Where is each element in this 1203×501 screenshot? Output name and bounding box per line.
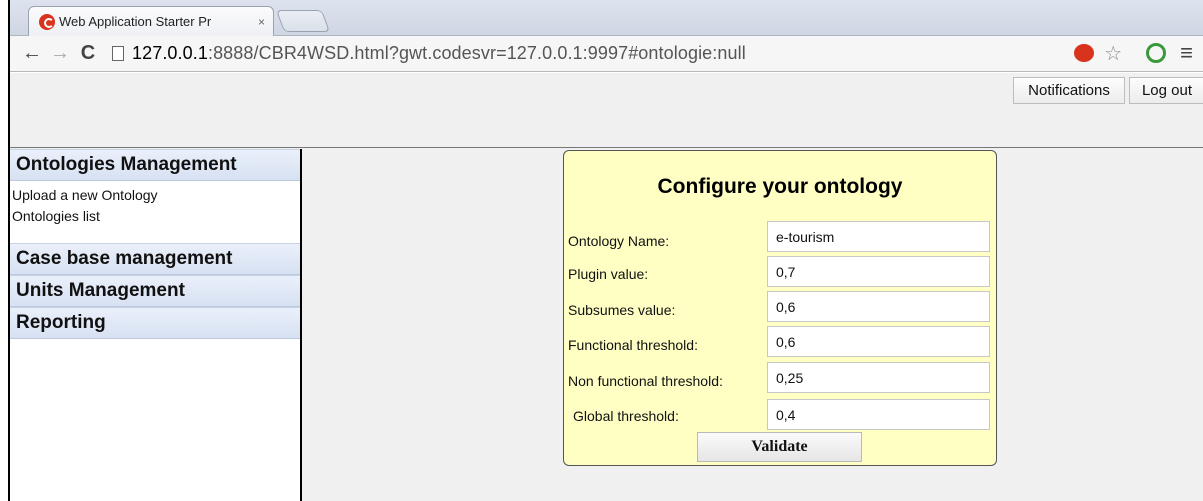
extension-icon[interactable]	[1074, 44, 1095, 62]
browser-toolbar: ← → C 127.0.0.1:8888/CBR4WSD.html?gwt.co…	[10, 36, 1203, 72]
gwt-favicon-icon	[39, 13, 55, 30]
functional-threshold-input[interactable]	[767, 326, 990, 357]
address-bar[interactable]: 127.0.0.1:8888/CBR4WSD.html?gwt.codesvr=…	[132, 43, 746, 64]
sidebar-item-ontologies-management[interactable]: Ontologies Management	[10, 149, 300, 181]
bookmark-star-icon[interactable]: ☆	[1104, 41, 1122, 66]
reload-icon[interactable]: C	[74, 42, 102, 65]
notifications-button[interactable]: Notifications	[1013, 77, 1125, 104]
page-icon	[112, 46, 124, 61]
url-path: :8888/CBR4WSD.html?gwt.codesvr=127.0.0.1…	[207, 43, 746, 63]
page-content: Notifications Log out Ontologies Managem…	[10, 73, 1203, 501]
browser-window: Web Application Starter Pr × ← → C 127.0…	[8, 0, 1203, 501]
ontologies-management-panel: Upload a new Ontology Ontologies list	[10, 181, 300, 243]
tab-title: Web Application Starter Pr	[59, 14, 212, 29]
panel-title: Configure your ontology	[657, 175, 903, 198]
sidebar-item-units-management[interactable]: Units Management	[10, 275, 300, 307]
ontologies-list-link[interactable]: Ontologies list	[12, 206, 298, 227]
extension-green-icon[interactable]	[1146, 43, 1167, 63]
subsumes-value-label: Subsumes value:	[568, 302, 676, 318]
validate-button[interactable]: Validate	[697, 432, 862, 462]
subsumes-value-input[interactable]	[767, 291, 990, 322]
url-host: 127.0.0.1	[132, 43, 208, 63]
app-header: Notifications Log out	[10, 73, 1203, 148]
plugin-value-label: Plugin value:	[568, 266, 649, 282]
logout-button[interactable]: Log out	[1129, 77, 1203, 104]
forward-arrow-icon[interactable]: →	[46, 42, 74, 65]
non-functional-threshold-input[interactable]	[767, 362, 990, 393]
upload-ontology-link[interactable]: Upload a new Ontology	[12, 185, 298, 206]
menu-icon[interactable]: ≡	[1180, 40, 1193, 66]
sidebar-item-reporting[interactable]: Reporting	[10, 307, 300, 339]
tab-strip: Web Application Starter Pr ×	[10, 0, 1203, 36]
global-threshold-label: Global threshold:	[573, 408, 679, 424]
close-tab-icon[interactable]: ×	[258, 15, 265, 29]
functional-threshold-label: Functional threshold:	[568, 337, 698, 353]
new-tab-button[interactable]	[275, 10, 331, 32]
non-functional-threshold-label: Non functional threshold:	[568, 373, 723, 389]
global-threshold-input[interactable]	[767, 399, 990, 430]
ontology-name-label: Ontology Name:	[568, 233, 670, 249]
back-arrow-icon[interactable]: ←	[18, 42, 46, 65]
configure-ontology-panel: Configure your ontology Ontology Name: P…	[563, 150, 997, 466]
sidebar: Ontologies Management Upload a new Ontol…	[10, 149, 302, 501]
ontology-name-input[interactable]	[767, 221, 990, 252]
plugin-value-input[interactable]	[767, 256, 990, 287]
sidebar-item-case-base-management[interactable]: Case base management	[10, 243, 300, 275]
browser-tab[interactable]: Web Application Starter Pr ×	[28, 6, 274, 36]
